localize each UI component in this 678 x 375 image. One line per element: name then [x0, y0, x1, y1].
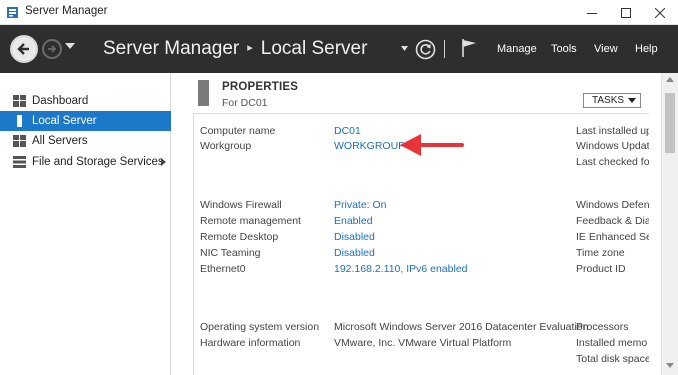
- property-label: Remote management: [200, 215, 301, 227]
- servers-icon: [13, 135, 26, 147]
- property-label: Windows Firewall: [200, 199, 282, 211]
- right-column-label: Windows Updat: [576, 140, 649, 152]
- right-column-label: Total disk space: [576, 353, 649, 365]
- refresh-icon[interactable]: [415, 39, 436, 60]
- nic-teaming-link[interactable]: Disabled: [334, 247, 375, 259]
- notifications-flag-icon[interactable]: [461, 38, 478, 58]
- app-header: Server Manager ▸ Local Server Manage Tools…: [0, 25, 678, 73]
- breadcrumb-root[interactable]: Server Manager: [103, 38, 239, 59]
- right-column-label: Last checked fo: [576, 156, 649, 168]
- window-title: Server Manager: [25, 5, 108, 17]
- menu-tools[interactable]: Tools: [551, 43, 577, 55]
- right-column-label: Installed memo: [576, 337, 648, 349]
- right-column-label: Product ID: [576, 263, 626, 275]
- sidebar-item-all-servers[interactable]: All Servers: [0, 131, 171, 151]
- property-label: Remote Desktop: [200, 231, 279, 243]
- sidebar-item-label: Dashboard: [32, 95, 89, 107]
- right-column-label: Processors: [576, 321, 629, 333]
- properties-tile-icon: [198, 80, 209, 106]
- sidebar-item-dashboard[interactable]: Dashboard: [0, 91, 171, 111]
- workgroup-link[interactable]: WORKGROUP: [334, 140, 405, 152]
- minimize-button[interactable]: [575, 0, 609, 25]
- chevron-right-icon: [161, 158, 166, 166]
- chevron-down-icon: [628, 98, 636, 103]
- right-column-label: Last installed up: [576, 125, 649, 137]
- arrow-left-icon: [17, 43, 29, 55]
- tasks-button[interactable]: TASKS: [583, 93, 641, 108]
- scroll-up-icon[interactable]: [666, 77, 674, 82]
- scrollbar-thumb[interactable]: [665, 93, 675, 153]
- close-icon: [655, 7, 665, 18]
- property-label: Operating system version: [200, 321, 320, 333]
- close-button[interactable]: [643, 0, 677, 25]
- remote-management-link[interactable]: Enabled: [334, 215, 373, 227]
- server-icon: [17, 115, 22, 127]
- sidebar-item-label: All Servers: [32, 135, 88, 147]
- right-column-label: Windows Defen: [576, 199, 649, 211]
- right-column-label: IE Enhanced Se: [576, 231, 649, 243]
- sidebar-item-label: Local Server: [32, 115, 97, 127]
- minimize-icon: [587, 12, 597, 14]
- maximize-button[interactable]: [609, 0, 643, 25]
- right-column-label: Time zone: [576, 247, 625, 259]
- dashboard-icon: [13, 95, 26, 107]
- annotation-arrow-icon: [400, 134, 464, 156]
- sidebar-item-file-and-storage[interactable]: File and Storage Services: [0, 152, 171, 172]
- remote-desktop-link[interactable]: Disabled: [334, 231, 375, 243]
- chevron-down-icon[interactable]: [401, 46, 408, 51]
- menu-manage[interactable]: Manage: [497, 43, 537, 55]
- server-manager-app-icon: [7, 7, 18, 18]
- maximize-icon: [621, 7, 631, 18]
- vertical-scrollbar[interactable]: [661, 73, 678, 375]
- property-label: Ethernet0: [200, 263, 246, 275]
- back-button[interactable]: [10, 35, 38, 63]
- menu-view[interactable]: View: [594, 43, 618, 55]
- forward-button[interactable]: [42, 39, 62, 59]
- breadcrumb: Server Manager ▸ Local Server: [103, 38, 367, 60]
- sidebar-item-local-server[interactable]: Local Server: [0, 111, 171, 131]
- breadcrumb-separator-icon: ▸: [247, 42, 253, 54]
- sidebar-item-label: File and Storage Services: [32, 156, 164, 168]
- property-label: Computer name: [200, 125, 276, 137]
- arrow-right-icon: [48, 45, 57, 53]
- property-label: Hardware information: [200, 337, 301, 349]
- computer-name-link[interactable]: DC01: [334, 125, 361, 137]
- right-column-label: Feedback & Dia: [576, 215, 649, 227]
- storage-icon: [13, 156, 26, 168]
- hardware-info-value: VMware, Inc. VMware Virtual Platform: [334, 337, 512, 349]
- history-dropdown-icon[interactable]: [65, 43, 75, 49]
- title-bar: Server Manager: [0, 0, 678, 25]
- breadcrumb-current: Local Server: [260, 38, 368, 59]
- property-label: NIC Teaming: [200, 247, 261, 259]
- property-label: Workgroup: [200, 140, 252, 152]
- properties-title: PROPERTIES: [222, 81, 299, 93]
- scroll-down-icon[interactable]: [666, 363, 674, 368]
- ethernet-link[interactable]: 192.168.2.110, IPv6 enabled: [334, 263, 468, 275]
- header-divider: [444, 40, 445, 58]
- properties-subtitle: For DC01: [222, 97, 268, 109]
- menu-help[interactable]: Help: [635, 43, 658, 55]
- sidebar: Dashboard Local Server All Servers File …: [0, 73, 171, 375]
- tasks-label: TASKS: [592, 95, 625, 106]
- windows-firewall-link[interactable]: Private: On: [334, 199, 387, 211]
- os-version-value: Microsoft Windows Server 2016 Datacenter…: [334, 321, 589, 333]
